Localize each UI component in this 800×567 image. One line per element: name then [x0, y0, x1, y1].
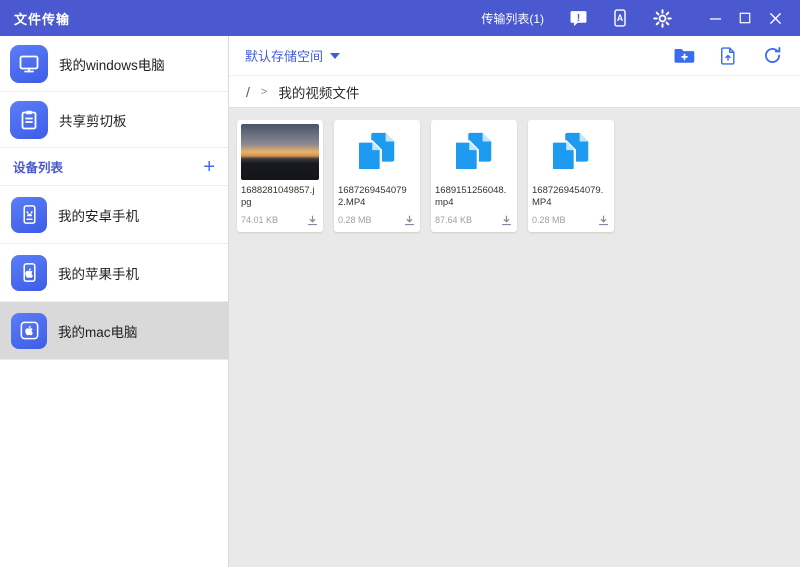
file-card[interactable]: 1687269454079.MP4 0.28 MB	[528, 120, 614, 232]
video-file-icon	[532, 124, 610, 180]
upload-file-button[interactable]	[716, 44, 740, 68]
breadcrumb-current: 我的视频文件	[278, 85, 360, 101]
add-device-button[interactable]: +	[203, 157, 215, 177]
breadcrumb-root[interactable]: /	[246, 84, 250, 100]
android-phone-icon	[11, 196, 47, 233]
device-list-header: 设备列表 +	[0, 148, 228, 186]
storage-selector-label: 默认存储空间	[245, 49, 324, 64]
file-name: 1687269454079.MP4	[532, 185, 604, 209]
monitor-icon	[10, 44, 48, 83]
maximize-button[interactable]	[730, 4, 760, 32]
titlebar-actions: 传输列表(1) ! A	[481, 4, 790, 32]
device-list-label: 设备列表	[13, 161, 64, 175]
chevron-down-icon	[330, 52, 341, 59]
main-panel: 默认存储空间 / > 我的视频文件 1688281049857.jpg 74.0…	[229, 36, 800, 567]
phone-device-icon[interactable]: A	[608, 6, 632, 30]
feedback-icon[interactable]: !	[566, 6, 590, 30]
breadcrumb-separator-icon: >	[260, 85, 268, 98]
close-button[interactable]	[760, 4, 790, 32]
sidebar-item-label: 我的苹果手机	[58, 266, 139, 282]
toolbar-actions	[672, 44, 784, 68]
file-name: 1688281049857.jpg	[241, 185, 315, 209]
download-button[interactable]	[596, 213, 610, 227]
sidebar-item-label: 我的安卓手机	[58, 208, 139, 224]
sidebar: 我的windows电脑 共享剪切板 设备列表 + 我的安卓手机 我的苹果手机 我…	[0, 36, 229, 567]
download-button[interactable]	[499, 213, 513, 227]
app-window: 文件传输 传输列表(1) ! A 我的windows电脑 共享剪切板 设备列表 …	[0, 0, 800, 567]
toolbar: 默认存储空间	[229, 36, 800, 76]
file-size: 74.01 KB	[241, 215, 279, 225]
video-file-icon	[435, 124, 513, 180]
new-folder-button[interactable]	[672, 44, 696, 68]
minimize-button[interactable]	[700, 4, 730, 32]
file-name: 1689151256048.mp4	[435, 185, 507, 209]
settings-gear-icon[interactable]	[650, 6, 674, 30]
app-title: 文件传输	[14, 11, 71, 27]
download-button[interactable]	[402, 213, 416, 227]
file-card[interactable]: 1687269454079 2.MP4 0.28 MB	[334, 120, 420, 232]
refresh-button[interactable]	[760, 44, 784, 68]
file-size: 87.64 KB	[435, 215, 473, 225]
clipboard-icon	[10, 100, 48, 139]
file-name: 1687269454079 2.MP4	[338, 185, 407, 209]
sidebar-item-label: 我的mac电脑	[58, 324, 138, 340]
download-button[interactable]	[305, 213, 319, 227]
iphone-icon	[11, 254, 47, 291]
file-size: 0.28 MB	[532, 215, 566, 225]
window-controls	[700, 4, 790, 32]
sidebar-item-label: 共享剪切板	[59, 113, 127, 129]
mac-icon	[11, 312, 47, 349]
svg-text:!: !	[576, 11, 580, 23]
sidebar-item-mac[interactable]: 我的mac电脑	[0, 302, 228, 360]
svg-text:A: A	[617, 13, 624, 23]
breadcrumb: / > 我的视频文件	[229, 76, 800, 108]
sidebar-item-label: 我的windows电脑	[59, 57, 165, 73]
transfer-list-button[interactable]: 传输列表(1)	[481, 10, 544, 27]
sidebar-item-my-computer[interactable]: 我的windows电脑	[0, 36, 228, 92]
app-body: 我的windows电脑 共享剪切板 设备列表 + 我的安卓手机 我的苹果手机 我…	[0, 36, 800, 567]
sidebar-item-clipboard[interactable]: 共享剪切板	[0, 92, 228, 148]
titlebar: 文件传输 传输列表(1) ! A	[0, 0, 800, 36]
file-card[interactable]: 1689151256048.mp4 87.64 KB	[431, 120, 517, 232]
storage-selector[interactable]: 默认存储空间	[245, 46, 341, 65]
sidebar-item-android-phone[interactable]: 我的安卓手机	[0, 186, 228, 244]
image-thumbnail	[241, 124, 319, 180]
video-file-icon	[338, 124, 416, 180]
file-grid: 1688281049857.jpg 74.01 KB 1687269454079…	[229, 108, 800, 567]
file-card[interactable]: 1688281049857.jpg 74.01 KB	[237, 120, 323, 232]
file-size: 0.28 MB	[338, 215, 372, 225]
sidebar-item-iphone[interactable]: 我的苹果手机	[0, 244, 228, 302]
